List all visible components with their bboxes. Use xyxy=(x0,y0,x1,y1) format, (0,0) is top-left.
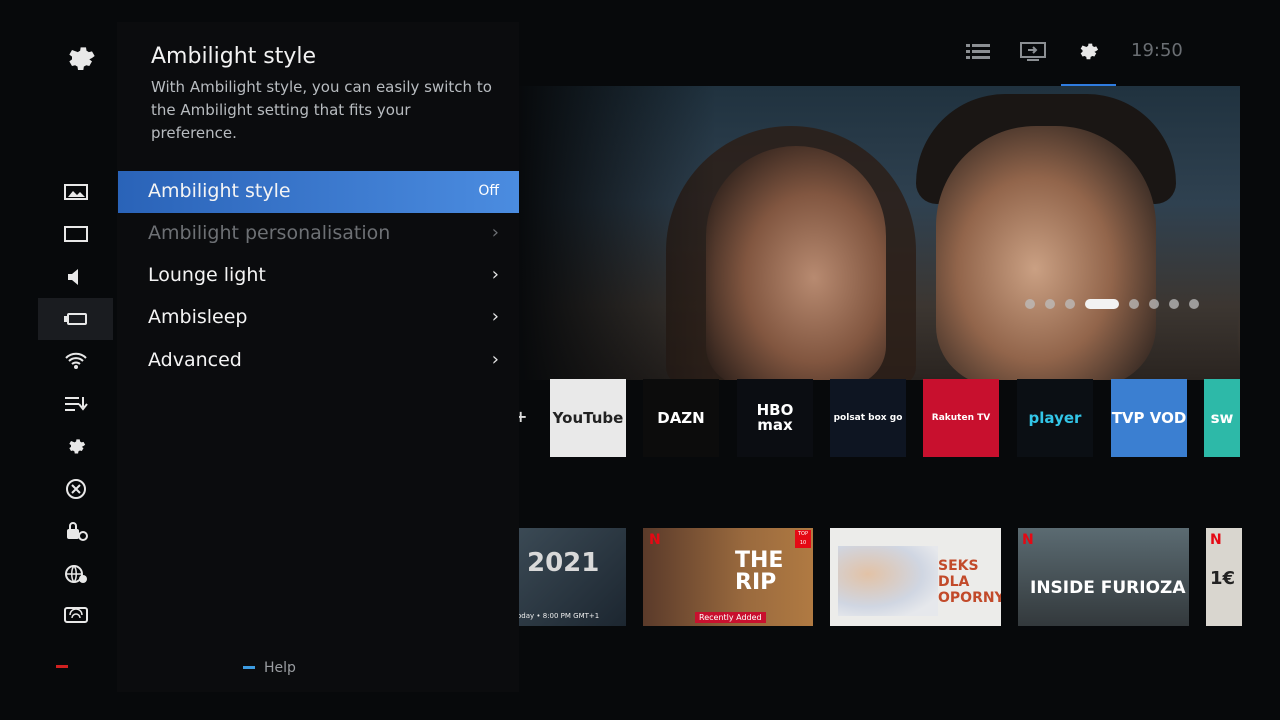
hero-figure-man xyxy=(936,126,1156,380)
menu-item-label: Advanced xyxy=(148,349,242,371)
carousel-dot[interactable] xyxy=(1045,299,1055,309)
blue-key-indicator xyxy=(243,666,255,669)
wifi-icon[interactable] xyxy=(62,349,90,373)
menu-item-ambilight-style[interactable]: Ambilight style Off xyxy=(118,171,519,213)
hero-banner[interactable] xyxy=(516,86,1240,380)
chevron-right-icon: › xyxy=(491,264,499,285)
menu-item-advanced[interactable]: Advanced › xyxy=(118,340,519,382)
app-label: sw xyxy=(1210,408,1234,427)
app-label: Rakuten TV xyxy=(931,412,991,423)
menu-item-lounge-light[interactable]: Lounge light › xyxy=(118,255,519,297)
netflix-icon: N xyxy=(1022,532,1034,548)
content-tile[interactable]: 2021 oday • 8:00 PM GMT+1 xyxy=(517,528,626,626)
guide-icon[interactable] xyxy=(966,44,992,64)
menu-item-label: Ambilight personalisation xyxy=(148,222,391,244)
app-tile[interactable]: polsat box go xyxy=(830,379,906,457)
content-tile[interactable]: N 1€ xyxy=(1206,528,1242,626)
app-label: polsat box go xyxy=(833,412,903,423)
app-tile[interactable]: HBO max xyxy=(737,379,813,457)
carousel-dot[interactable] xyxy=(1085,299,1119,309)
tile-title: SEKS DLA OPORNYCH xyxy=(938,558,1001,606)
netflix-icon: N xyxy=(1210,532,1222,548)
hero-shade xyxy=(516,86,716,380)
app-tile[interactable]: TVP VOD xyxy=(1111,379,1187,457)
app-tile[interactable]: DAZN xyxy=(643,379,719,457)
tile-caption: oday • 8:00 PM GMT+1 xyxy=(517,612,600,620)
screen-icon[interactable] xyxy=(62,222,90,246)
chevron-right-icon: › xyxy=(491,349,499,370)
menu-item-ambilight-personalisation: Ambilight personalisation › xyxy=(118,213,519,255)
picture-icon[interactable] xyxy=(62,180,90,204)
app-label: HBO max xyxy=(756,401,794,434)
chevron-right-icon: › xyxy=(491,306,499,327)
carousel-dot[interactable] xyxy=(1149,299,1159,309)
region-language-icon[interactable] xyxy=(62,562,90,586)
app-tile[interactable]: YouTube xyxy=(550,379,626,457)
top10-badge: TOP 10 xyxy=(795,530,811,548)
app-tile[interactable]: Rakuten TV xyxy=(923,379,999,457)
menu-item-label: Ambisleep xyxy=(148,306,248,328)
wireless-settings-icon[interactable] xyxy=(62,604,90,628)
tile-title: THE RIP xyxy=(735,548,784,595)
panel-title: Ambilight style xyxy=(151,44,317,69)
app-label: YouTube xyxy=(552,408,624,427)
recently-added-badge: Recently Added xyxy=(695,612,766,623)
content-tile[interactable]: SEKS DLA OPORNYCH xyxy=(830,528,1001,626)
content-tile[interactable]: N INSIDE FURIOZA xyxy=(1018,528,1189,626)
tile-title: INSIDE FURIOZA xyxy=(1030,578,1186,598)
hero-figure-woman xyxy=(706,146,886,380)
chevron-right-icon: › xyxy=(491,222,499,243)
app-label: TVP VOD xyxy=(1111,408,1187,427)
help-label[interactable]: Help xyxy=(264,660,296,676)
menu-item-ambisleep[interactable]: Ambisleep › xyxy=(118,297,519,339)
app-label: player xyxy=(1028,408,1082,427)
accessibility-icon[interactable] xyxy=(62,477,90,501)
netflix-icon: N xyxy=(649,532,661,548)
tile-bed-illustration xyxy=(838,546,938,616)
settings-tab-icon[interactable] xyxy=(1077,40,1103,60)
carousel-dot[interactable] xyxy=(1169,299,1179,309)
content-tile[interactable]: N TOP 10 THE RIP Recently Added xyxy=(643,528,813,626)
menu-item-label: Lounge light xyxy=(148,264,266,286)
tv-home-screen: 19:50 + YouTube DAZN HBO max polsat box go R… xyxy=(0,0,1280,720)
general-settings-icon[interactable] xyxy=(62,434,90,458)
carousel-dot[interactable] xyxy=(1065,299,1075,309)
child-lock-icon[interactable] xyxy=(62,519,90,543)
carousel-dot[interactable] xyxy=(1189,299,1199,309)
carousel-dot[interactable] xyxy=(1025,299,1035,309)
red-key-indicator xyxy=(56,665,68,668)
sound-icon[interactable] xyxy=(62,265,90,289)
app-tile[interactable]: player xyxy=(1017,379,1093,457)
carousel-dots xyxy=(1025,299,1199,309)
menu-item-value: Off xyxy=(478,183,499,199)
menu-item-label: Ambilight style xyxy=(148,180,291,202)
settings-header-icon xyxy=(64,42,96,78)
channels-icon[interactable] xyxy=(62,392,90,416)
clock: 19:50 xyxy=(1131,40,1183,61)
ambilight-icon[interactable] xyxy=(62,307,90,331)
carousel-dot[interactable] xyxy=(1129,299,1139,309)
tile-title: 1€ xyxy=(1210,568,1236,589)
input-source-icon[interactable] xyxy=(1020,42,1046,62)
app-label: DAZN xyxy=(657,408,705,427)
panel-description: With Ambilight style, you can easily swi… xyxy=(151,78,492,142)
app-tile[interactable]: sw xyxy=(1204,379,1240,457)
